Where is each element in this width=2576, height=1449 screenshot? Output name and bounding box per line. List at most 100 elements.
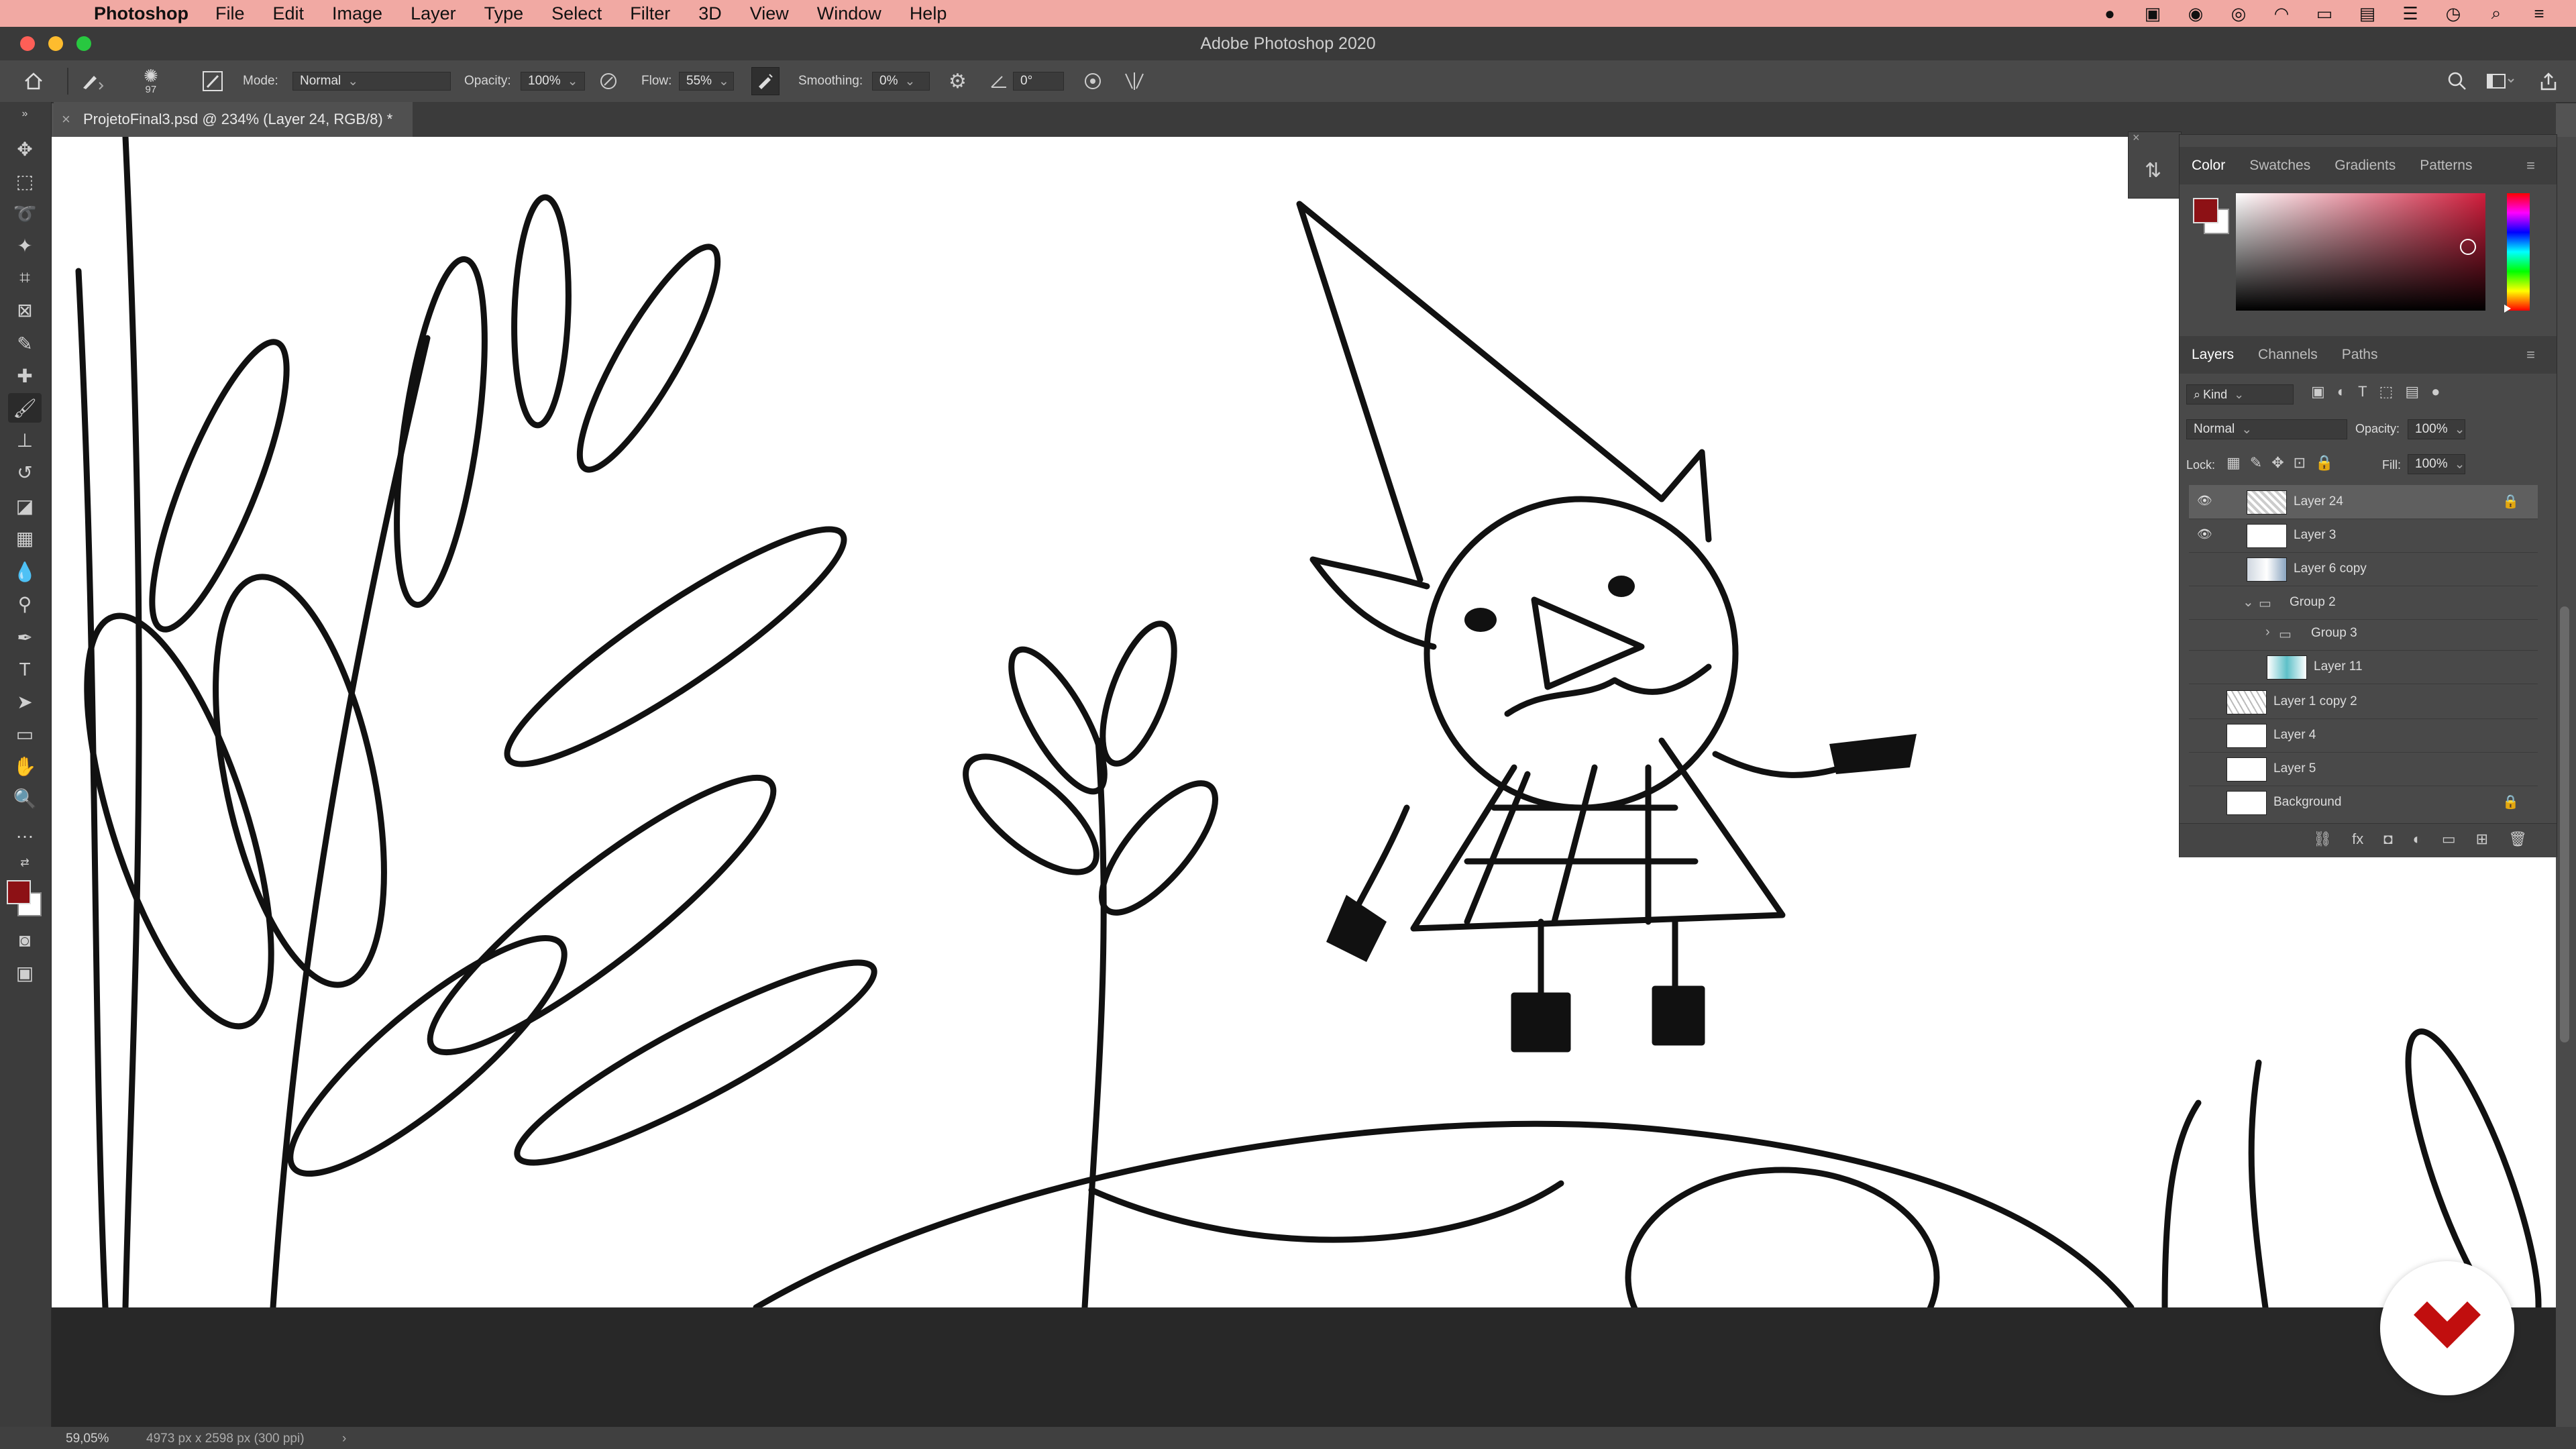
layer-row[interactable]: 👁 Layer 3 bbox=[2189, 519, 2538, 552]
tab-gradients[interactable]: Gradients bbox=[2322, 158, 2408, 174]
lock-image-pixels-icon[interactable]: ✎ bbox=[2250, 454, 2262, 472]
visibility-toggle-empty[interactable] bbox=[2197, 594, 2213, 610]
new-group-folder-icon[interactable]: ▭ bbox=[2442, 830, 2456, 848]
mode-select[interactable]: Normal bbox=[292, 72, 451, 91]
wifi-icon[interactable]: ◠ bbox=[2271, 3, 2292, 23]
lock-artboard-icon[interactable]: ⊡ bbox=[2294, 454, 2306, 472]
vertical-scrollbar[interactable] bbox=[2556, 137, 2576, 1427]
close-panel-icon[interactable]: × bbox=[2133, 131, 2140, 145]
layer-row[interactable]: Layer 4 bbox=[2189, 718, 2538, 752]
layer-kind-filter[interactable]: ⌕ Kind bbox=[2186, 384, 2294, 405]
eyedropper-tool-icon[interactable]: ✎ bbox=[8, 329, 42, 358]
share-icon[interactable] bbox=[2538, 60, 2559, 102]
brush-angle-icon[interactable] bbox=[989, 60, 1009, 102]
lasso-tool-icon[interactable]: ➰ bbox=[8, 199, 42, 228]
layer-row[interactable]: 👁 Layer 24 🔒 bbox=[2189, 485, 2538, 519]
flow-input[interactable]: 55% bbox=[679, 72, 734, 91]
panel-menu-icon[interactable]: ≡ bbox=[2514, 157, 2547, 174]
menu-help[interactable]: Help bbox=[910, 3, 947, 24]
type-tool-icon[interactable]: T bbox=[8, 655, 42, 684]
filter-toggle-icon[interactable]: ● bbox=[2431, 383, 2440, 400]
collapse-toolbar-icon[interactable]: » bbox=[8, 107, 42, 121]
layer-opacity-input[interactable]: 100% bbox=[2408, 419, 2465, 439]
visibility-toggle-empty[interactable] bbox=[2197, 794, 2213, 810]
brush-settings-panel-icon[interactable] bbox=[201, 60, 224, 102]
airbrush-icon[interactable] bbox=[751, 60, 780, 102]
menu-type[interactable]: Type bbox=[484, 3, 524, 24]
tab-patterns[interactable]: Patterns bbox=[2408, 158, 2484, 174]
eraser-tool-icon[interactable]: ◪ bbox=[8, 491, 42, 521]
menu-file[interactable]: File bbox=[215, 3, 245, 24]
foreground-color-swatch[interactable] bbox=[7, 880, 31, 904]
delete-layer-trash-icon[interactable]: 🗑 bbox=[2508, 830, 2527, 848]
layer-row[interactable]: Layer 5 bbox=[2189, 752, 2538, 786]
brush-tool-icon[interactable]: 🖌 bbox=[8, 393, 42, 423]
eye-icon[interactable]: ◎ bbox=[2229, 3, 2249, 23]
dodge-tool-icon[interactable]: ⚲ bbox=[8, 589, 42, 619]
document-info[interactable]: 4973 px x 2598 px (300 ppi) bbox=[146, 1432, 305, 1446]
workspace-switcher-icon[interactable] bbox=[2486, 60, 2516, 102]
search-icon[interactable]: ⌕ bbox=[2486, 3, 2506, 23]
visibility-toggle-empty[interactable] bbox=[2197, 727, 2213, 743]
brush-tool-preset-icon[interactable] bbox=[79, 60, 106, 102]
pen-tool-icon[interactable]: ✒ bbox=[8, 623, 42, 652]
zoom-level[interactable]: 59,05% bbox=[66, 1432, 109, 1446]
layer-row[interactable]: Layer 1 copy 2 bbox=[2189, 685, 2538, 718]
marquee-tool-icon[interactable]: ⬚ bbox=[8, 166, 42, 196]
menu-3d[interactable]: 3D bbox=[698, 3, 722, 24]
menu-layer[interactable]: Layer bbox=[411, 3, 456, 24]
brush-picker[interactable]: ✺ 97 bbox=[144, 60, 158, 102]
menu-filter[interactable]: Filter bbox=[630, 3, 670, 24]
symmetry-icon[interactable] bbox=[1123, 60, 1146, 102]
link-layers-icon[interactable]: ⛓ bbox=[2313, 830, 2332, 848]
default-colors-icon[interactable]: ⇄ bbox=[8, 856, 42, 869]
magic-wand-tool-icon[interactable]: ✦ bbox=[8, 231, 42, 260]
new-layer-icon[interactable]: ⊞ bbox=[2476, 830, 2488, 848]
layer-group-row[interactable]: ⌄ ▭ Group 2 bbox=[2189, 586, 2538, 619]
close-window-button[interactable] bbox=[20, 36, 35, 51]
menu-select[interactable]: Select bbox=[551, 3, 602, 24]
menu-window[interactable]: Window bbox=[817, 3, 881, 24]
close-tab-icon[interactable]: × bbox=[62, 111, 70, 128]
visibility-toggle-empty[interactable] bbox=[2197, 761, 2213, 777]
tab-paths[interactable]: Paths bbox=[2330, 347, 2390, 363]
lock-all-icon[interactable]: 🔒 bbox=[2315, 454, 2333, 472]
type-layer-filter-icon[interactable]: T bbox=[2358, 383, 2367, 400]
visibility-toggle-empty[interactable] bbox=[2197, 694, 2213, 710]
path-selection-tool-icon[interactable]: ➤ bbox=[8, 687, 42, 716]
hue-slider-handle[interactable] bbox=[2504, 305, 2511, 313]
brush-angle-input[interactable]: 0° bbox=[1013, 72, 1064, 91]
pressure-opacity-icon[interactable] bbox=[598, 60, 619, 102]
visibility-toggle-empty[interactable] bbox=[2197, 561, 2213, 577]
tab-layers[interactable]: Layers bbox=[2180, 347, 2246, 363]
shape-layer-filter-icon[interactable]: ⬚ bbox=[2379, 383, 2394, 400]
layer-row[interactable]: Layer 11 bbox=[2189, 650, 2538, 684]
visibility-eye-icon[interactable]: 👁 bbox=[2197, 527, 2213, 543]
smart-object-filter-icon[interactable]: ▤ bbox=[2405, 383, 2419, 400]
pixel-layer-filter-icon[interactable]: ▣ bbox=[2311, 383, 2325, 400]
color-picker-cursor[interactable] bbox=[2460, 239, 2476, 255]
tab-color[interactable]: Color bbox=[2180, 158, 2237, 174]
visibility-toggle-empty[interactable] bbox=[2197, 659, 2213, 675]
zoom-window-button[interactable] bbox=[76, 36, 91, 51]
menu-image[interactable]: Image bbox=[332, 3, 382, 24]
document-tab[interactable]: × ProjetoFinal3.psd @ 234% (Layer 24, RG… bbox=[54, 102, 413, 137]
chevron-down-icon[interactable]: ⌄ bbox=[2243, 594, 2254, 610]
flag-icon[interactable]: ▤ bbox=[2357, 3, 2377, 23]
fill-input[interactable]: 100% bbox=[2408, 454, 2465, 474]
layer-group-row[interactable]: › ▭ Group 3 bbox=[2189, 616, 2538, 650]
menu-view[interactable]: View bbox=[750, 3, 789, 24]
healing-brush-tool-icon[interactable]: ✚ bbox=[8, 361, 42, 390]
add-mask-icon[interactable]: ◘ bbox=[2383, 830, 2392, 848]
visibility-eye-icon[interactable]: 👁 bbox=[2197, 494, 2213, 510]
control-center-icon[interactable]: ≡ bbox=[2529, 3, 2549, 23]
lock-transparent-pixels-icon[interactable]: ▦ bbox=[2226, 454, 2241, 472]
smoothing-input[interactable]: 0% bbox=[872, 72, 930, 91]
rectangle-tool-icon[interactable]: ▭ bbox=[8, 719, 42, 749]
gradient-tool-icon[interactable]: ▦ bbox=[8, 523, 42, 553]
more-tools-icon[interactable]: … bbox=[8, 817, 42, 847]
color-picker-field[interactable] bbox=[2236, 193, 2485, 311]
clock-icon[interactable]: ◷ bbox=[2443, 3, 2463, 23]
app-menu[interactable]: Photoshop bbox=[94, 3, 189, 24]
quick-mask-icon[interactable]: ◙ bbox=[8, 926, 42, 955]
